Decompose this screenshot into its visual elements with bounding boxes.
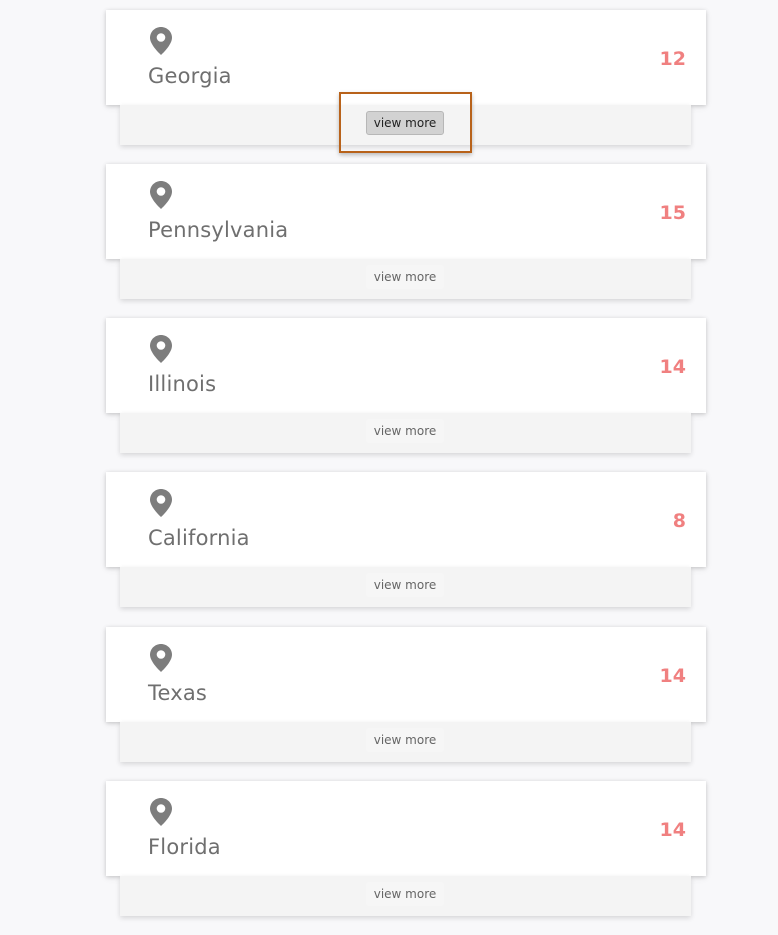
map-pin-icon: [150, 335, 172, 363]
state-count: 14: [659, 819, 686, 841]
card-footer: view more: [120, 876, 691, 916]
view-more-button[interactable]: view more: [366, 111, 444, 135]
state-item-illinois: Illinois 14 view more: [0, 318, 778, 472]
state-item-pennsylvania: Pennsylvania 15 view more: [0, 164, 778, 318]
state-card[interactable]: Illinois 14: [106, 318, 706, 413]
view-more-button[interactable]: view more: [366, 419, 444, 443]
state-count: 14: [659, 665, 686, 687]
state-name: Pennsylvania: [148, 218, 289, 242]
view-more-button[interactable]: view more: [366, 265, 444, 289]
state-count: 8: [672, 510, 686, 532]
card-footer: view more: [120, 105, 691, 145]
card-footer: view more: [120, 722, 691, 762]
view-more-button[interactable]: view more: [366, 728, 444, 752]
map-pin-icon: [150, 644, 172, 672]
state-card[interactable]: Pennsylvania 15: [106, 164, 706, 259]
state-name: Florida: [148, 835, 221, 859]
state-card[interactable]: California 8: [106, 472, 706, 567]
state-item-california: California 8 view more: [0, 472, 778, 626]
map-pin-icon: [150, 798, 172, 826]
card-footer: view more: [120, 413, 691, 453]
state-card[interactable]: Texas 14: [106, 627, 706, 722]
map-pin-icon: [150, 181, 172, 209]
state-card[interactable]: Florida 14: [106, 781, 706, 876]
card-footer: view more: [120, 567, 691, 607]
view-more-button[interactable]: view more: [366, 882, 444, 906]
state-item-florida: Florida 14 view more: [0, 781, 778, 935]
view-more-button[interactable]: view more: [366, 573, 444, 597]
state-count: 15: [659, 202, 686, 224]
map-pin-icon: [150, 489, 172, 517]
map-pin-icon: [150, 27, 172, 55]
state-name: California: [148, 526, 250, 550]
state-name: Illinois: [148, 372, 217, 396]
card-footer: view more: [120, 259, 691, 299]
state-item-texas: Texas 14 view more: [0, 627, 778, 781]
state-name: Texas: [148, 681, 208, 705]
state-item-georgia: Georgia 12 view more: [0, 10, 778, 164]
state-card[interactable]: Georgia 12: [106, 10, 706, 105]
state-name: Georgia: [148, 64, 232, 88]
state-count: 14: [659, 356, 686, 378]
state-count: 12: [659, 48, 686, 70]
